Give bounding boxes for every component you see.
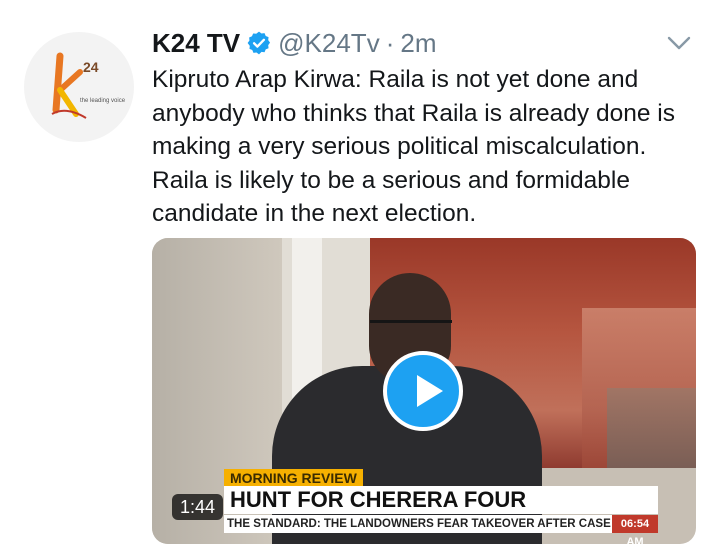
author-handle[interactable]: @K24Tv [278,28,380,58]
tweet-text: Kipruto Arap Kirwa: Raila is not yet don… [152,66,675,227]
lower-third-show: MORNING REVIEW [224,469,363,487]
header-separator: · [385,28,395,58]
video-duration: 1:44 [172,494,224,520]
lower-third-clock: 06:54 AM [612,515,658,544]
avatar-tagline: the leading voice [80,98,126,104]
video-player[interactable]: MORNING REVIEW HUNT FOR CHERERA FOUR THE… [152,238,696,544]
lower-third-ticker: THE STANDARD: THE LANDOWNERS FEAR TAKEOV… [224,515,612,533]
play-icon [417,375,443,407]
author-name[interactable]: K24 TV [152,28,240,58]
chevron-down-icon[interactable] [666,34,692,52]
lower-third-headline: HUNT FOR CHERERA FOUR [224,486,658,514]
avatar-superscript: 24 [83,59,99,75]
avatar[interactable]: 24 the leading voice [24,32,134,142]
play-button[interactable] [383,351,463,431]
verified-badge-icon [247,31,271,55]
tweet-timestamp[interactable]: 2m [400,28,436,58]
tweet-header: K24 TV @K24Tv · 2m [152,28,437,58]
